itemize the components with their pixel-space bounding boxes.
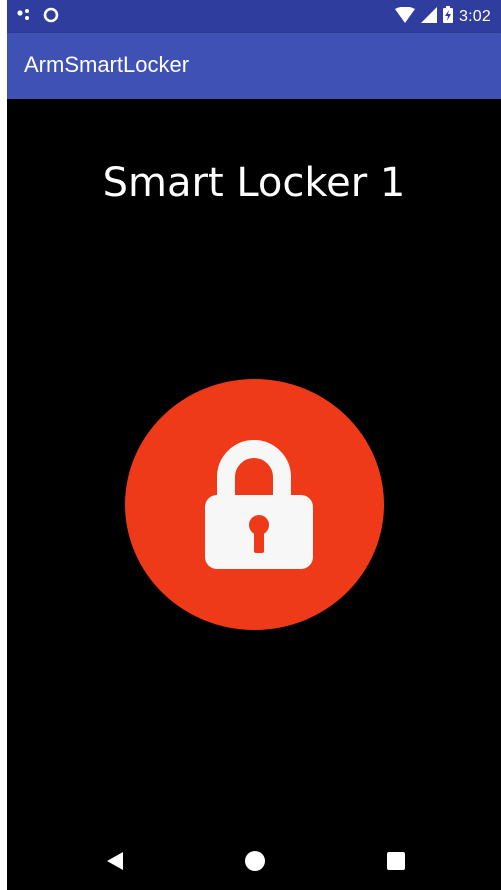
status-bar: 3:02	[7, 0, 501, 33]
app-title: ArmSmartLocker	[24, 52, 190, 77]
notification-dots-icon	[17, 8, 33, 27]
wifi-icon	[395, 6, 416, 28]
sync-circle-icon	[43, 7, 59, 28]
home-icon[interactable]	[242, 848, 268, 874]
recents-icon[interactable]	[383, 848, 409, 874]
cell-signal-icon	[421, 6, 438, 28]
lock-toggle-button[interactable]	[125, 379, 384, 630]
locker-title: Smart Locker 1	[102, 160, 406, 206]
phone-screen: 3:02 ArmSmartLocker Smart Locker 1	[7, 0, 501, 890]
app-bar: ArmSmartLocker	[7, 33, 501, 99]
status-right-icons: 3:02	[395, 6, 491, 28]
navigation-bar	[7, 830, 501, 890]
battery-charging-icon	[443, 6, 454, 28]
status-time: 3:02	[459, 8, 491, 25]
status-left-icons	[17, 7, 59, 28]
padlock-icon	[205, 440, 313, 569]
back-icon[interactable]	[103, 848, 129, 874]
